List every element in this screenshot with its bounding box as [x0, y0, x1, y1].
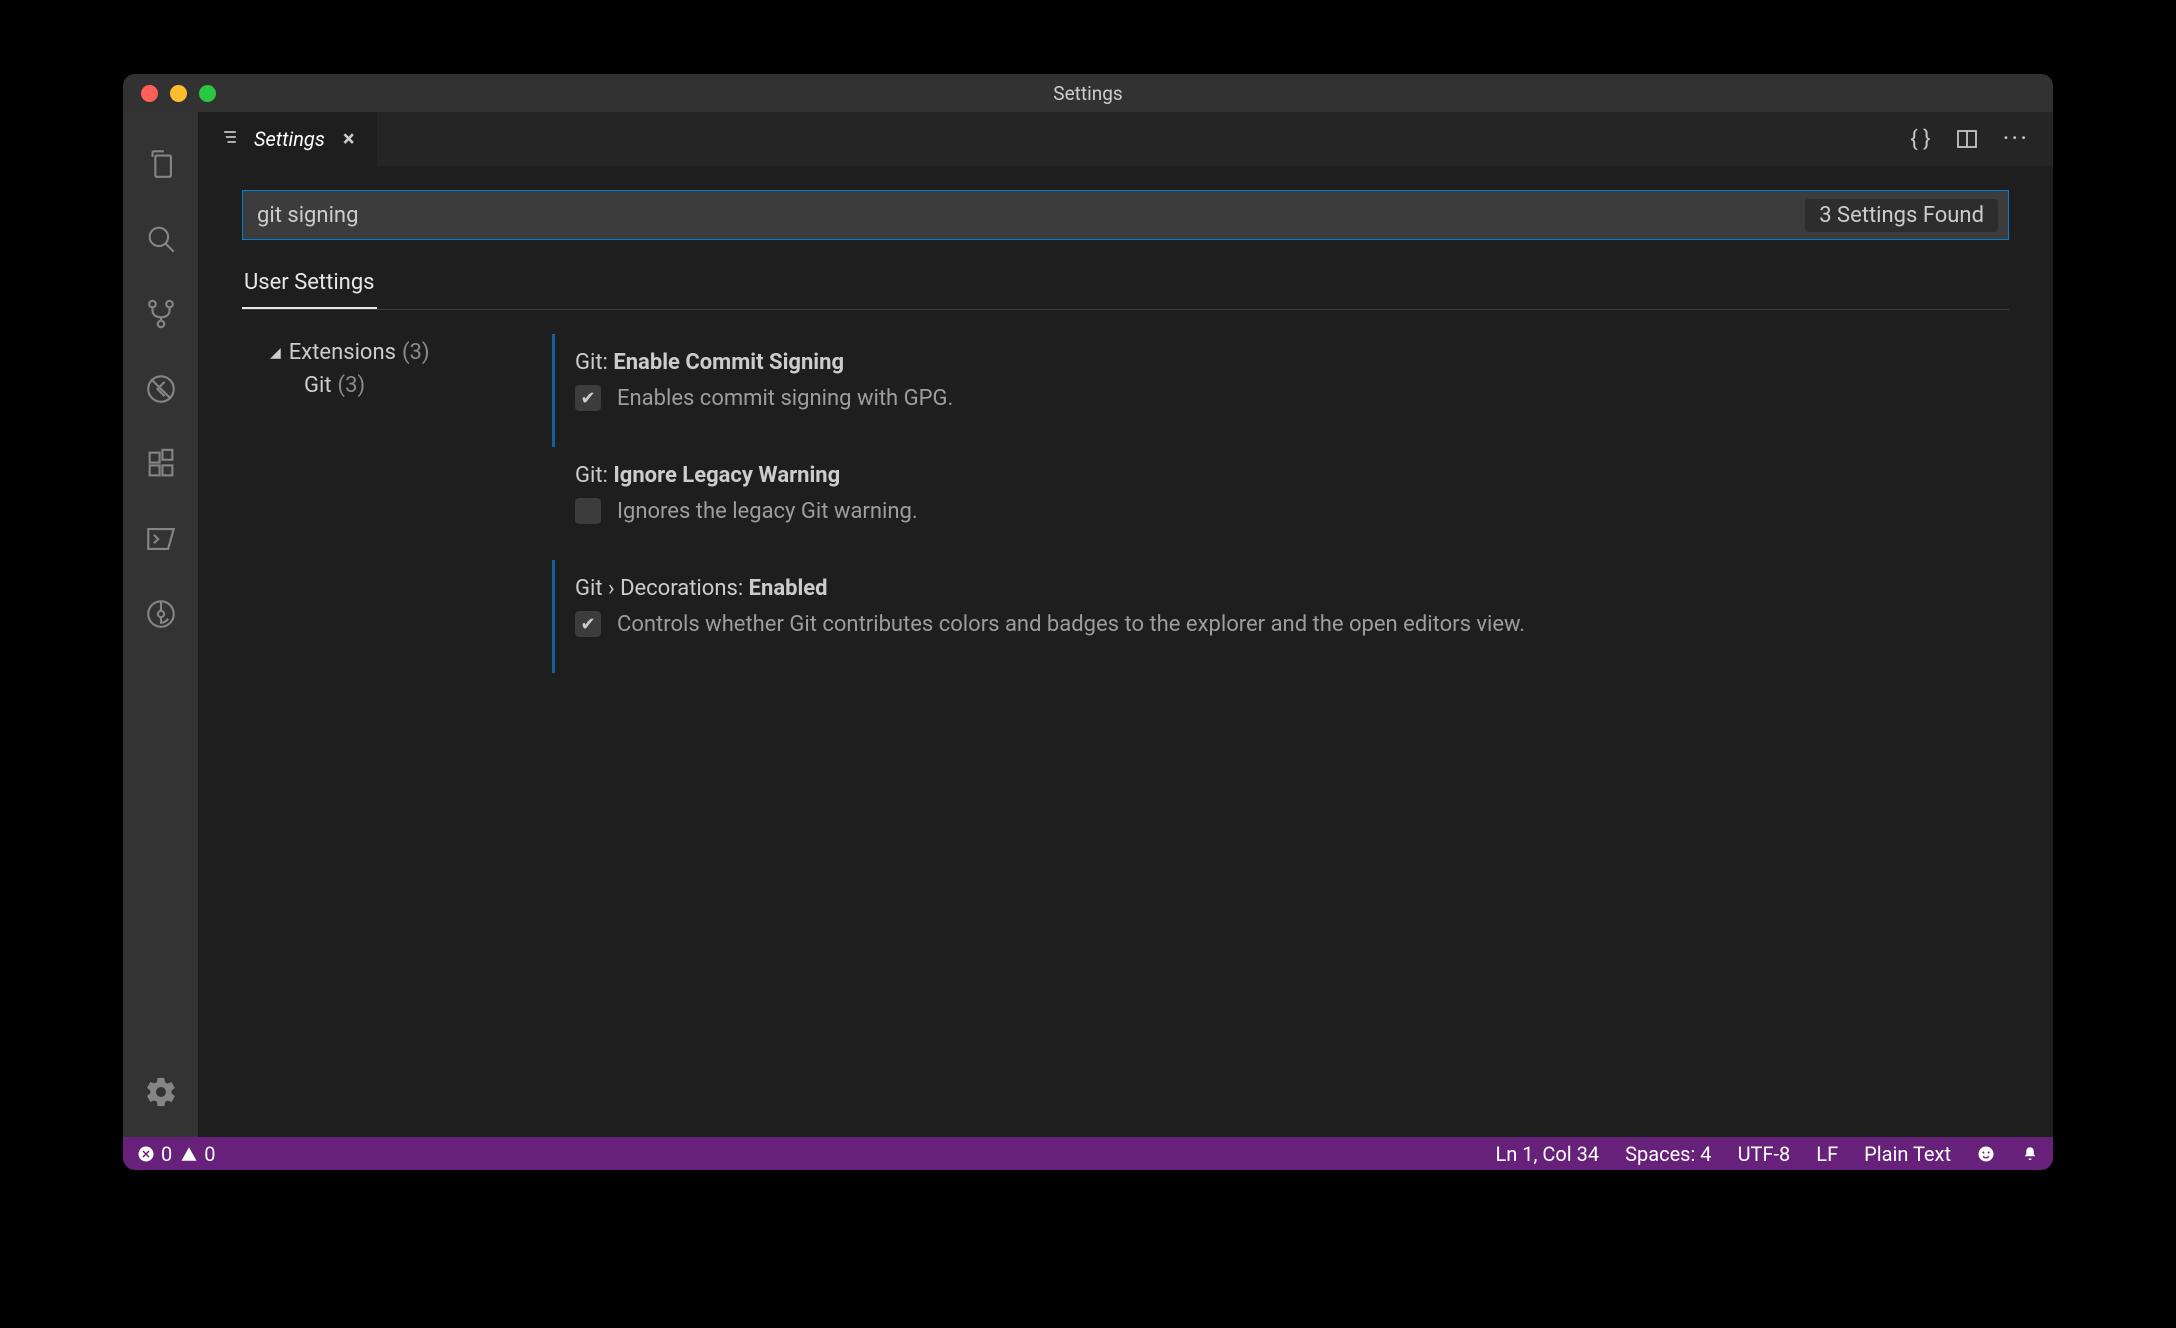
setting-git-decorations-enabled: Git › Decorations: Enabled ✔ Controls wh…	[552, 560, 2009, 673]
settings-list: Git: Enable Commit Signing ✔ Enables com…	[552, 328, 2009, 1137]
status-left: 0 0	[137, 1142, 216, 1166]
app-window: Settings	[123, 74, 2053, 1170]
window-body: Settings × { } ··· 3 Settings Found	[123, 112, 2053, 1137]
toc-count: (3)	[402, 340, 430, 365]
tab-settings[interactable]: Settings ×	[198, 112, 377, 166]
status-bar: 0 0 Ln 1, Col 34 Spaces: 4 UTF-8 LF Plai…	[123, 1137, 2053, 1170]
setting-scope: Git	[575, 576, 603, 601]
window-zoom-button[interactable]	[199, 85, 216, 102]
setting-name: Enable Commit Signing	[613, 350, 844, 375]
extensions-icon[interactable]	[123, 426, 198, 501]
window-minimize-button[interactable]	[170, 85, 187, 102]
open-settings-json-icon[interactable]: { }	[1910, 127, 1930, 152]
status-language-text: Plain Text	[1864, 1142, 1951, 1166]
editor-area: Settings × { } ··· 3 Settings Found	[198, 112, 2053, 1137]
status-warnings[interactable]: 0	[180, 1142, 215, 1166]
status-indentation[interactable]: Spaces: 4	[1625, 1142, 1711, 1166]
status-feedback-icon[interactable]	[1977, 1145, 1995, 1163]
status-errors[interactable]: 0	[137, 1142, 172, 1166]
status-eol-text: LF	[1816, 1142, 1838, 1166]
split-editor-icon[interactable]	[1955, 127, 1979, 151]
setting-crumb: › Decorations:	[603, 576, 749, 601]
window-controls	[123, 85, 216, 102]
toc-count: (3)	[338, 373, 366, 398]
search-icon[interactable]	[123, 201, 198, 276]
settings-search-input[interactable]	[257, 203, 1805, 228]
status-cursor-position[interactable]: Ln 1, Col 34	[1495, 1142, 1599, 1166]
window-close-button[interactable]	[141, 85, 158, 102]
setting-title: Git: Enable Commit Signing	[575, 350, 1989, 375]
tab-label: Settings	[254, 127, 325, 151]
toc-label: Git	[304, 373, 332, 398]
setting-git-enable-commit-signing: Git: Enable Commit Signing ✔ Enables com…	[552, 334, 2009, 447]
toc-item-extensions[interactable]: ◢ Extensions (3)	[270, 336, 552, 369]
setting-title: Git: Ignore Legacy Warning	[575, 463, 1989, 488]
source-control-icon[interactable]	[123, 276, 198, 351]
status-encoding-text: UTF-8	[1738, 1142, 1791, 1166]
terminal-icon[interactable]	[123, 501, 198, 576]
setting-scope: Git:	[575, 350, 608, 375]
list-icon	[220, 127, 240, 152]
setting-name: Ignore Legacy Warning	[613, 463, 840, 488]
settings-result-count: 3 Settings Found	[1805, 199, 1998, 232]
explorer-icon[interactable]	[123, 126, 198, 201]
status-encoding[interactable]: UTF-8	[1738, 1142, 1791, 1166]
setting-checkbox[interactable]	[575, 498, 601, 524]
settings-toc: ◢ Extensions (3) Git (3)	[242, 328, 552, 1137]
status-cursor-text: Ln 1, Col 34	[1495, 1142, 1599, 1166]
status-errors-count: 0	[161, 1142, 172, 1166]
setting-checkbox[interactable]: ✔	[575, 385, 601, 411]
chevron-down-icon: ◢	[270, 345, 281, 361]
titlebar: Settings	[123, 74, 2053, 112]
settings-gear-icon[interactable]	[123, 1054, 198, 1129]
tab-bar: Settings × { } ···	[198, 112, 2053, 166]
setting-description: Ignores the legacy Git warning.	[617, 499, 918, 524]
setting-description: Enables commit signing with GPG.	[617, 386, 953, 411]
status-warnings-count: 0	[204, 1142, 215, 1166]
setting-git-ignore-legacy-warning: Git: Ignore Legacy Warning Ignores the l…	[552, 447, 2009, 560]
debug-icon[interactable]	[123, 351, 198, 426]
settings-scope-tabs: User Settings	[242, 260, 2009, 310]
window-title: Settings	[123, 82, 2053, 105]
gitlens-icon[interactable]	[123, 576, 198, 651]
status-eol[interactable]: LF	[1816, 1142, 1838, 1166]
activity-bar	[123, 112, 198, 1137]
setting-scope: Git:	[575, 463, 608, 488]
status-indent-text: Spaces: 4	[1625, 1142, 1711, 1166]
setting-title: Git › Decorations: Enabled	[575, 576, 1989, 601]
scope-tab-user[interactable]: User Settings	[242, 260, 377, 309]
setting-checkbox[interactable]: ✔	[575, 611, 601, 637]
settings-search-box: 3 Settings Found	[242, 190, 2009, 240]
settings-editor: 3 Settings Found User Settings ◢ Extensi…	[198, 166, 2053, 1137]
tab-close-icon[interactable]: ×	[339, 127, 359, 152]
status-notifications-icon[interactable]	[2021, 1145, 2039, 1163]
toc-item-git[interactable]: Git (3)	[270, 369, 552, 402]
setting-description: Controls whether Git contributes colors …	[617, 612, 1525, 637]
settings-body: ◢ Extensions (3) Git (3) Git:	[242, 328, 2009, 1137]
more-actions-icon[interactable]: ···	[2003, 124, 2029, 154]
status-language-mode[interactable]: Plain Text	[1864, 1142, 1951, 1166]
toc-label: Extensions	[289, 340, 396, 365]
status-right: Ln 1, Col 34 Spaces: 4 UTF-8 LF Plain Te…	[1495, 1142, 2039, 1166]
setting-name: Enabled	[749, 576, 828, 601]
editor-actions: { } ···	[1910, 112, 2053, 166]
